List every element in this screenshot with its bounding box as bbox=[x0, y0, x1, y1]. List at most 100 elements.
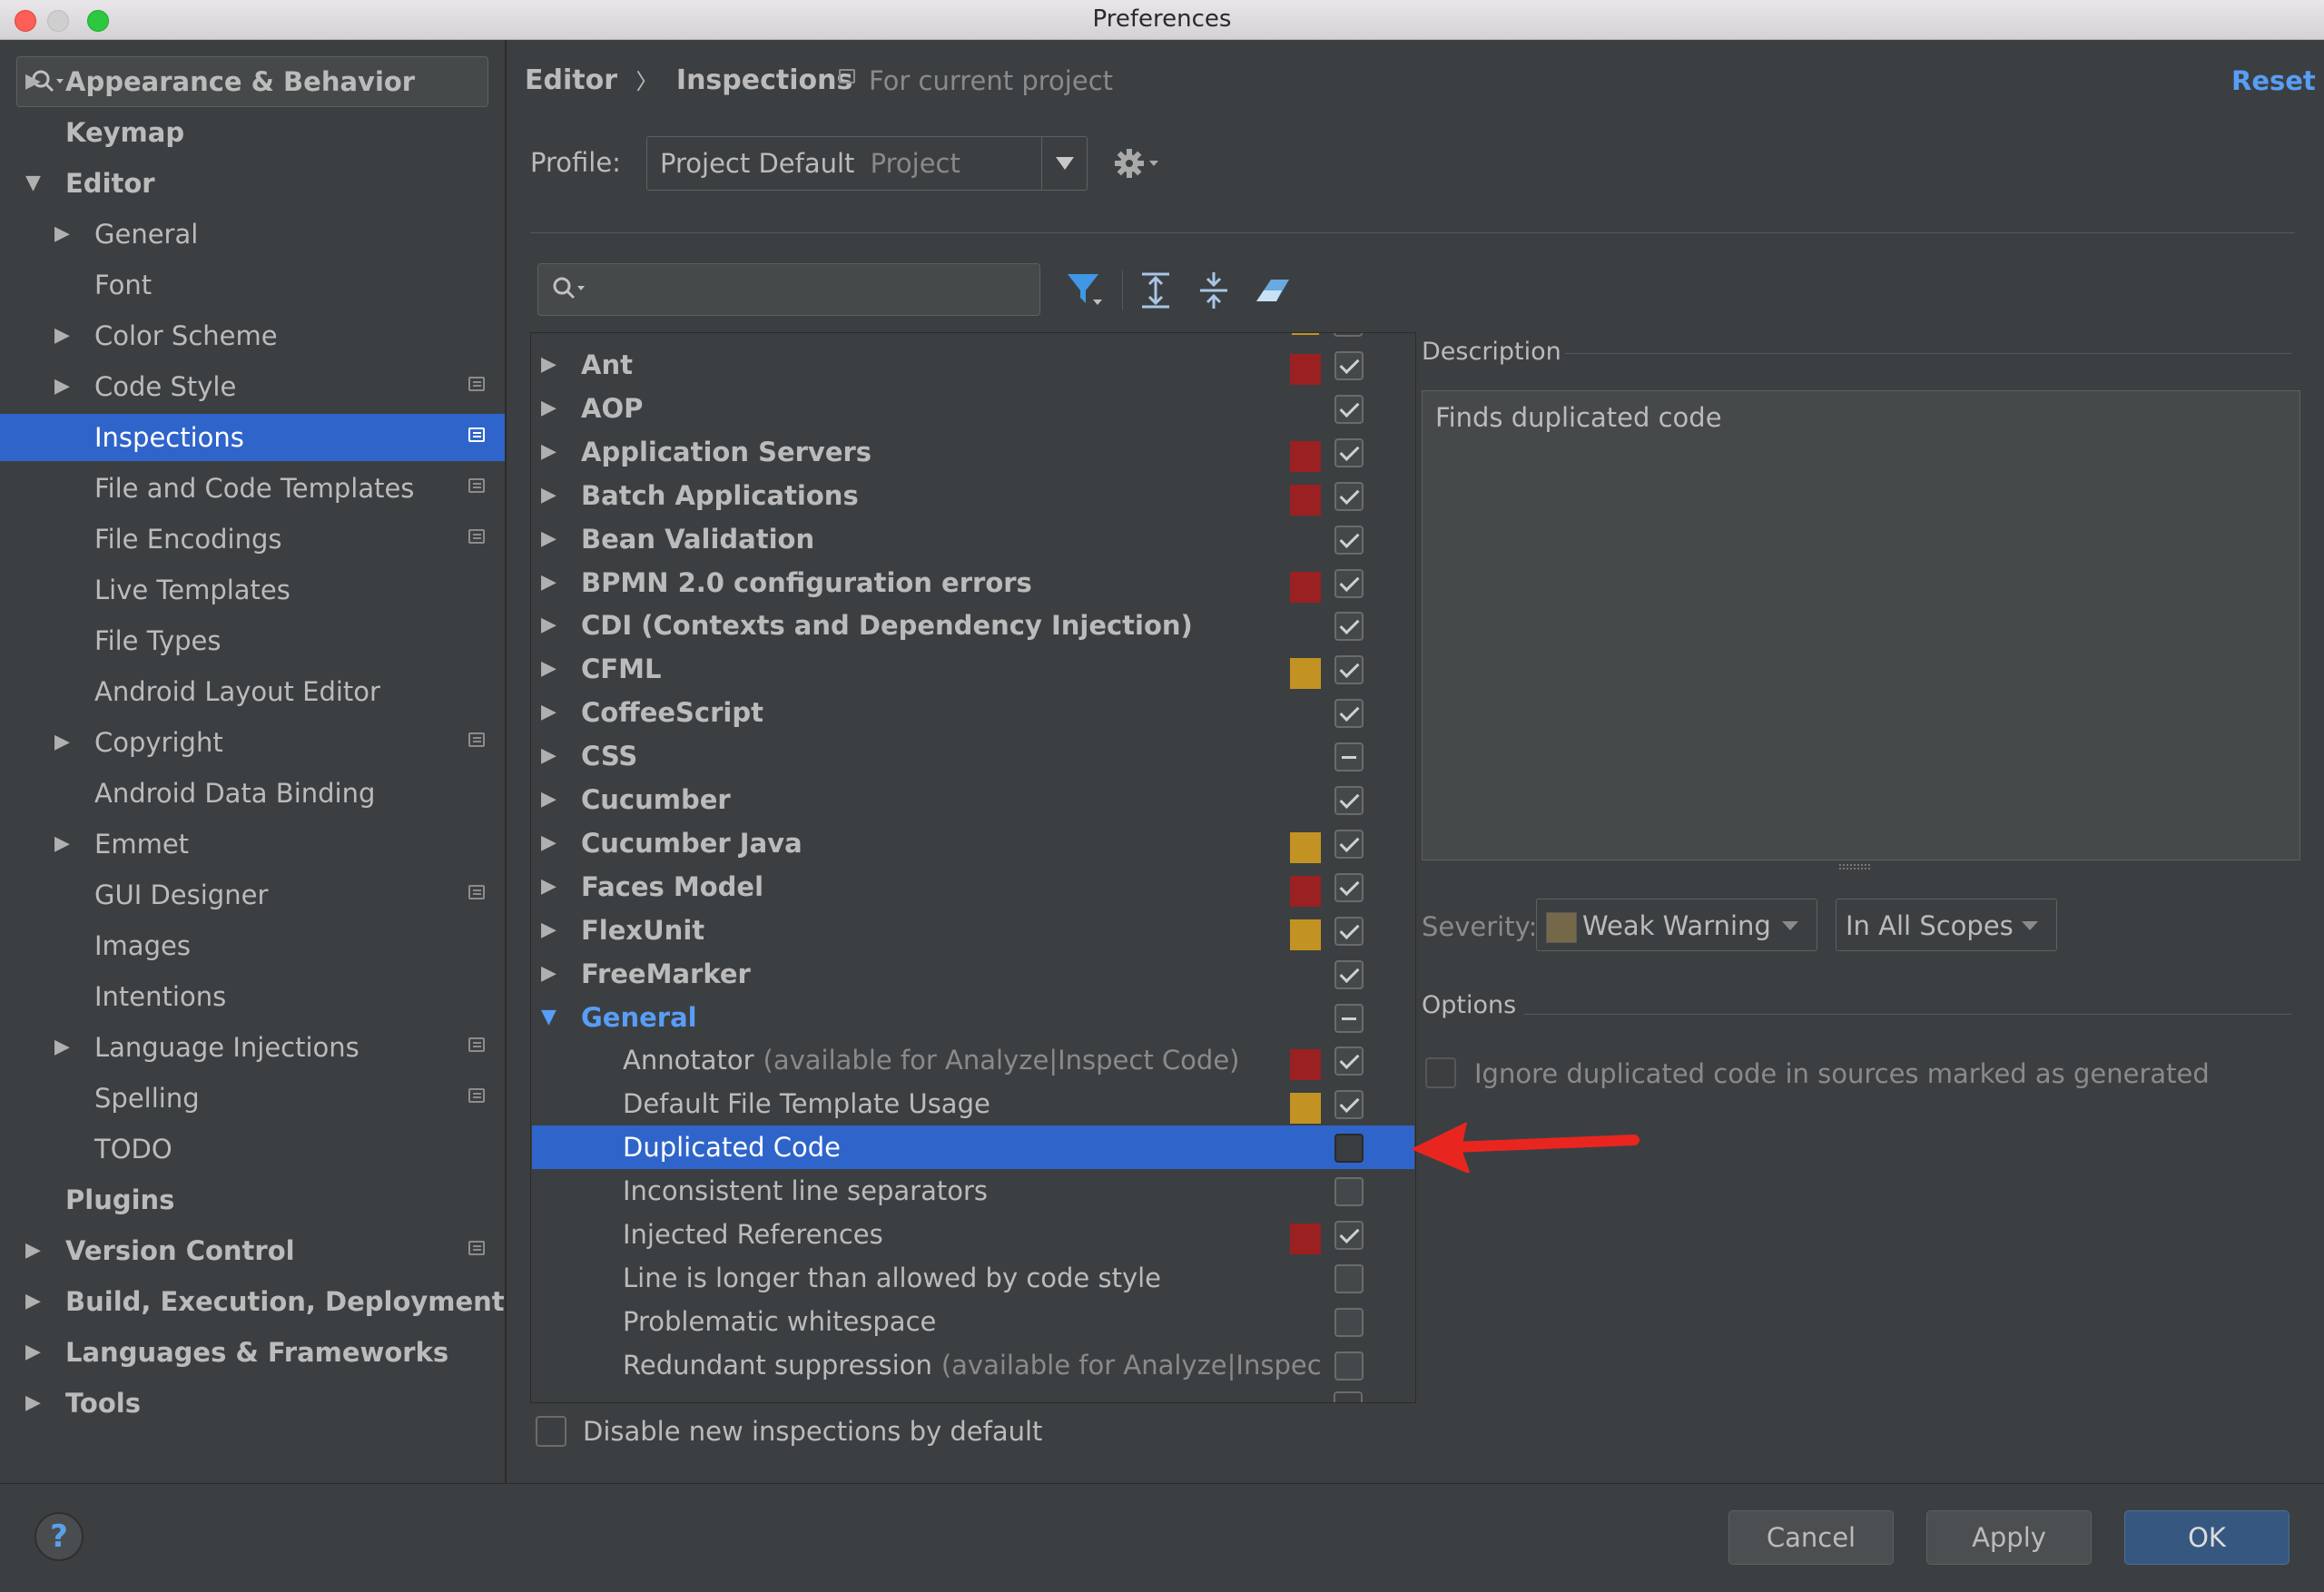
sidebar-item-tools[interactable]: ▶ Tools bbox=[0, 1380, 505, 1427]
inspection-enabled-checkbox[interactable] bbox=[1334, 1047, 1364, 1076]
chevron-right-icon[interactable]: ▶ bbox=[541, 430, 556, 474]
sidebar-item-file-and-code-templates[interactable]: File and Code Templates bbox=[0, 465, 505, 512]
chevron-right-icon[interactable]: ▶ bbox=[541, 734, 556, 778]
sidebar-item-emmet[interactable]: ▶ Emmet bbox=[0, 821, 505, 868]
sidebar-item-general[interactable]: ▶ General bbox=[0, 211, 505, 258]
inspection-enabled-checkbox[interactable] bbox=[1334, 916, 1364, 946]
expand-all-icon[interactable] bbox=[1138, 270, 1175, 310]
inspection-enabled-checkbox[interactable] bbox=[1334, 1177, 1364, 1207]
apply-button[interactable]: Apply bbox=[1926, 1510, 2092, 1565]
sidebar-item-code-style[interactable]: ▶ Code Style bbox=[0, 363, 505, 410]
chevron-right-icon[interactable]: ▶ bbox=[541, 474, 556, 517]
inspection-enabled-checkbox[interactable] bbox=[1334, 568, 1364, 598]
sidebar-item-languages-frameworks[interactable]: ▶ Languages & Frameworks bbox=[0, 1329, 505, 1376]
collapse-all-icon[interactable] bbox=[1196, 270, 1233, 310]
sidebar-item-copyright[interactable]: ▶ Copyright bbox=[0, 719, 505, 766]
gear-icon[interactable] bbox=[1113, 145, 1164, 182]
filter-icon[interactable] bbox=[1066, 270, 1106, 310]
chevron-right-icon[interactable]: ▶ bbox=[54, 1024, 70, 1071]
inspection-category-row[interactable]: ▶ CDI (Contexts and Dependency Injection) bbox=[532, 604, 1414, 647]
chevron-right-icon[interactable]: ▶ bbox=[25, 1227, 41, 1274]
inspection-category-row[interactable]: ▶ Cucumber bbox=[532, 778, 1414, 821]
sidebar-item-spelling[interactable]: Spelling bbox=[0, 1075, 505, 1122]
inspection-enabled-checkbox[interactable] bbox=[1334, 1090, 1364, 1120]
chevron-right-icon[interactable]: ▶ bbox=[54, 719, 70, 766]
sidebar-item-live-templates[interactable]: Live Templates bbox=[0, 566, 505, 614]
inspection-enabled-checkbox[interactable] bbox=[1334, 481, 1364, 511]
inspection-enabled-checkbox[interactable] bbox=[1334, 525, 1364, 555]
inspection-category-row[interactable]: ▶ Application Servers bbox=[532, 430, 1414, 474]
sidebar-item-language-injections[interactable]: ▶ Language Injections bbox=[0, 1024, 505, 1071]
profile-dropdown[interactable]: Project Default Project bbox=[646, 136, 1088, 191]
inspection-row[interactable]: Inconsistent line separators bbox=[532, 1169, 1414, 1213]
chevron-right-icon[interactable]: ▶ bbox=[25, 58, 41, 105]
inspection-row[interactable]: Annotator (available for Analyze|Inspect … bbox=[532, 1038, 1414, 1082]
inspection-category-row[interactable]: ▶ CSS bbox=[532, 734, 1414, 778]
inspection-category-row[interactable]: ▶ CFML bbox=[532, 647, 1414, 691]
sidebar-item-font[interactable]: Font bbox=[0, 261, 505, 309]
chevron-right-icon[interactable]: ▶ bbox=[54, 363, 70, 410]
inspection-category-row[interactable]: ▶ Bean Validation bbox=[532, 517, 1414, 561]
ignore-generated-checkbox[interactable] bbox=[1425, 1057, 1456, 1088]
inspection-enabled-checkbox[interactable] bbox=[1334, 1351, 1364, 1381]
severity-dropdown[interactable]: Weak Warning bbox=[1536, 899, 1817, 951]
inspection-enabled-checkbox[interactable] bbox=[1334, 959, 1364, 989]
chevron-right-icon[interactable]: ▶ bbox=[541, 909, 556, 952]
inspection-row[interactable]: Injected References bbox=[532, 1213, 1414, 1256]
inspection-enabled-checkbox[interactable] bbox=[1334, 829, 1364, 859]
chevron-right-icon[interactable]: ▶ bbox=[25, 1380, 41, 1427]
inspection-enabled-checkbox[interactable] bbox=[1334, 1263, 1364, 1293]
help-button[interactable]: ? bbox=[34, 1512, 84, 1561]
inspection-category-row[interactable]: ▶ BPMN 2.0 configuration errors bbox=[532, 561, 1414, 604]
inspection-category-row[interactable]: ▶ Batch Applications bbox=[532, 474, 1414, 517]
inspection-category-row[interactable]: ▶ Ant bbox=[532, 343, 1414, 387]
ok-button[interactable]: OK bbox=[2124, 1510, 2290, 1565]
inspection-category-row[interactable]: ▶ FreeMarker bbox=[532, 952, 1414, 996]
reset-link[interactable]: Reset bbox=[2231, 65, 2316, 96]
inspection-row[interactable]: Line is longer than allowed by code styl… bbox=[532, 1256, 1414, 1300]
inspection-enabled-checkbox[interactable] bbox=[1334, 1307, 1364, 1337]
chevron-right-icon[interactable]: ▶ bbox=[541, 387, 556, 430]
inspection-category-row[interactable]: ▶ CoffeeScript bbox=[532, 691, 1414, 734]
sidebar-item-appearance-behavior[interactable]: ▶ Appearance & Behavior bbox=[0, 58, 505, 105]
sidebar-item-gui-designer[interactable]: GUI Designer bbox=[0, 871, 505, 919]
breadcrumb-editor[interactable]: Editor bbox=[525, 64, 617, 96]
chevron-right-icon[interactable]: ▶ bbox=[54, 312, 70, 359]
chevron-down-icon[interactable]: ▼ bbox=[541, 996, 556, 1039]
reset-to-default-eraser-icon[interactable] bbox=[1253, 270, 1293, 310]
sidebar-item-android-layout-editor[interactable]: Android Layout Editor bbox=[0, 668, 505, 715]
inspection-row[interactable]: Problematic whitespace bbox=[532, 1300, 1414, 1343]
sidebar-item-file-encodings[interactable]: File Encodings bbox=[0, 516, 505, 563]
inspection-enabled-checkbox[interactable] bbox=[1334, 786, 1364, 815]
inspection-enabled-checkbox[interactable] bbox=[1334, 742, 1364, 772]
sidebar-item-todo[interactable]: TODO bbox=[0, 1125, 505, 1173]
inspection-enabled-checkbox[interactable] bbox=[1334, 655, 1364, 685]
chevron-right-icon[interactable]: ▶ bbox=[541, 561, 556, 604]
chevron-right-icon[interactable]: ▶ bbox=[541, 691, 556, 734]
chevron-right-icon[interactable]: ▶ bbox=[54, 211, 70, 258]
scope-dropdown[interactable]: In All Scopes bbox=[1836, 899, 2057, 951]
inspection-enabled-checkbox[interactable] bbox=[1334, 872, 1364, 902]
inspection-enabled-checkbox[interactable] bbox=[1334, 699, 1364, 729]
resize-handle[interactable] bbox=[1839, 864, 1870, 870]
inspection-category-row[interactable]: ▶ AOP bbox=[532, 387, 1414, 430]
sidebar-item-images[interactable]: Images bbox=[0, 922, 505, 969]
chevron-right-icon[interactable]: ▶ bbox=[25, 1278, 41, 1325]
inspection-row[interactable]: Duplicated Code bbox=[532, 1125, 1414, 1170]
inspection-enabled-checkbox[interactable] bbox=[1334, 1134, 1364, 1164]
chevron-right-icon[interactable]: ▶ bbox=[541, 604, 556, 647]
sidebar-item-build-execution-deployment[interactable]: ▶ Build, Execution, Deployment bbox=[0, 1278, 505, 1325]
chevron-right-icon[interactable]: ▶ bbox=[541, 778, 556, 821]
sidebar-item-inspections[interactable]: Inspections bbox=[0, 414, 505, 462]
inspection-category-row[interactable]: ▼ General bbox=[532, 996, 1414, 1039]
chevron-right-icon[interactable]: ▶ bbox=[541, 647, 556, 691]
inspection-enabled-checkbox[interactable] bbox=[1334, 612, 1364, 642]
sidebar-item-version-control[interactable]: ▶ Version Control bbox=[0, 1227, 505, 1274]
chevron-right-icon[interactable]: ▶ bbox=[541, 343, 556, 387]
chevron-right-icon[interactable]: ▶ bbox=[541, 517, 556, 561]
sidebar-item-color-scheme[interactable]: ▶ Color Scheme bbox=[0, 312, 505, 359]
inspection-enabled-checkbox[interactable] bbox=[1334, 394, 1364, 424]
chevron-right-icon[interactable]: ▶ bbox=[54, 821, 70, 868]
inspection-search-input[interactable] bbox=[537, 263, 1040, 316]
sidebar-item-intentions[interactable]: Intentions bbox=[0, 973, 505, 1020]
